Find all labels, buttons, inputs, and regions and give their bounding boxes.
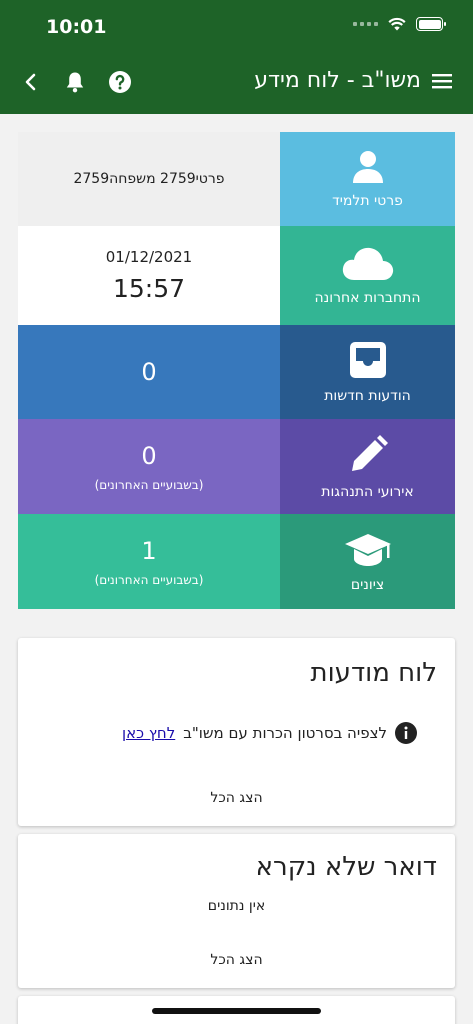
back-chevron-icon[interactable] [20, 70, 42, 94]
inbox-icon [349, 342, 386, 378]
notice-item-text: לצפיה בסרטון הכרות עם משו"ב [183, 724, 387, 742]
grades-row[interactable]: ציונים 1 (בשבועיים האחרונים) [18, 514, 455, 609]
student-details-row[interactable]: פרטי תלמיד פרטי2759 משפחה2759 [18, 132, 455, 226]
graduation-cap-icon [344, 533, 391, 566]
status-icons [353, 17, 446, 31]
dashboard-grid: פרטי תלמיד פרטי2759 משפחה2759 התחברות אח… [18, 132, 455, 609]
status-time: 10:01 [46, 16, 107, 38]
tile-student-details[interactable]: פרטי תלמיד [280, 132, 455, 226]
notice-item: לצפיה בסרטון הכרות עם משו"ב לחץ כאן [122, 722, 417, 744]
person-icon [352, 151, 383, 183]
tile-behavior-events[interactable]: אירועי התנהגות [280, 419, 455, 514]
behavior-events-value: 0 (בשבועיים האחרונים) [18, 419, 280, 514]
video-link[interactable]: לחץ כאן [122, 724, 175, 742]
grades-value: 1 (בשבועיים האחרונים) [18, 514, 280, 609]
home-indicator [152, 1008, 321, 1014]
notice-board-title: לוח מודעות [310, 658, 438, 688]
unread-mail-title: דואר שלא נקרא [255, 852, 437, 882]
new-messages-row[interactable]: הודעות חדשות 0 [18, 325, 455, 419]
last-login-value: 01/12/2021 15:57 [18, 226, 280, 325]
pencil-icon [351, 434, 388, 471]
mail-show-all-button[interactable]: הצג הכל [18, 952, 455, 968]
wifi-icon [388, 17, 406, 31]
help-icon[interactable] [108, 70, 132, 94]
notice-board-card: לוח מודעות לצפיה בסרטון הכרות עם משו"ב ל… [18, 638, 455, 826]
tile-label: הודעות חדשות [324, 388, 411, 404]
last-login-time: 15:57 [112, 274, 186, 303]
behavior-events-period: (בשבועיים האחרונים) [94, 477, 204, 492]
grades-period: (בשבועיים האחרונים) [94, 572, 204, 587]
notice-show-all-button[interactable]: הצג הכל [18, 790, 455, 806]
tile-new-messages[interactable]: הודעות חדשות [280, 325, 455, 419]
tile-label: אירועי התנהגות [321, 483, 414, 500]
new-messages-value: 0 [18, 325, 280, 419]
unread-mail-card: דואר שלא נקרא אין נתונים הצג הכל [18, 834, 455, 988]
new-messages-count: 0 [141, 358, 157, 386]
behavior-events-row[interactable]: אירועי התנהגות 0 (בשבועיים האחרונים) [18, 419, 455, 514]
tile-last-login[interactable]: התחברות אחרונה [280, 226, 455, 325]
behavior-events-count: 0 [141, 441, 157, 470]
bell-icon[interactable] [63, 70, 87, 94]
student-name-value: פרטי2759 משפחה2759 [18, 132, 280, 226]
hamburger-menu-icon[interactable] [431, 71, 453, 91]
info-icon [395, 722, 417, 744]
battery-icon [416, 17, 446, 31]
last-login-row[interactable]: התחברות אחרונה 01/12/2021 15:57 [18, 226, 455, 325]
unread-mail-empty: אין נתונים [207, 898, 266, 914]
last-login-date: 01/12/2021 [105, 248, 193, 266]
student-name-text: פרטי2759 משפחה2759 [73, 171, 225, 187]
tile-label: ציונים [350, 576, 385, 593]
page-title: משו"ב - לוח מידע [254, 68, 421, 93]
cellular-signal-icon [353, 22, 378, 26]
grades-count: 1 [141, 536, 157, 565]
tile-label: התחברות אחרונה [314, 289, 421, 306]
app-header: 10:01 משו"ב - לוח מידע [0, 0, 473, 114]
tile-grades[interactable]: ציונים [280, 514, 455, 609]
cloud-icon [342, 247, 393, 280]
tile-label: פרטי תלמיד [332, 193, 403, 209]
